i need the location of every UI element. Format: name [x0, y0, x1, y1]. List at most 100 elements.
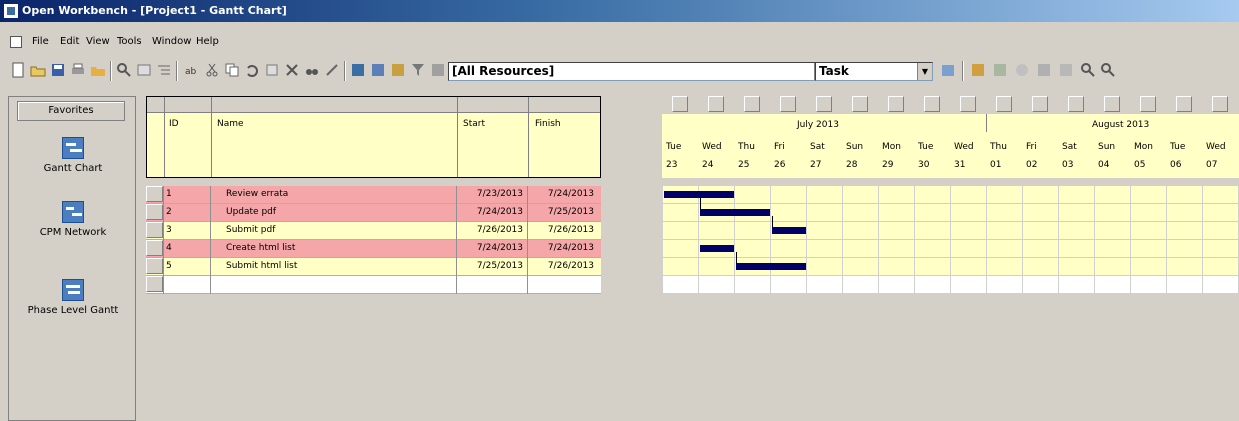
column-id[interactable]: ID	[169, 119, 179, 129]
task-bar[interactable]	[664, 191, 734, 198]
table-row[interactable]: 1 Review errata 7/23/2013 7/24/2013	[146, 186, 601, 204]
menu-help[interactable]: Help	[196, 36, 219, 47]
date-label: 24	[702, 160, 714, 170]
document-icon[interactable]	[10, 36, 22, 48]
pane-splitter[interactable]	[601, 96, 662, 421]
cell-name[interactable]: Review errata	[226, 187, 454, 203]
row-header[interactable]	[146, 258, 163, 274]
cell-name[interactable]: Update pdf	[226, 205, 454, 221]
save-icon[interactable]	[50, 62, 66, 78]
cell-start[interactable]: 7/24/2013	[458, 241, 526, 257]
menu-edit[interactable]: Edit	[60, 36, 79, 47]
calendar-icon[interactable]	[940, 62, 956, 78]
tools-icon[interactable]	[1058, 62, 1074, 78]
table-row[interactable]	[146, 276, 601, 294]
resource-filter-select[interactable]: [All Resources] ▼	[448, 62, 830, 81]
cell-finish[interactable]: 7/26/2013	[529, 223, 597, 239]
zoom-out-icon[interactable]	[1100, 62, 1116, 78]
favorites-panel: Favorites Gantt Chart CPM Network Phase …	[8, 96, 136, 421]
chart-icon[interactable]	[390, 62, 406, 78]
view-select[interactable]: Task ▼	[815, 62, 933, 81]
table-row[interactable]: 2 Update pdf 7/24/2013 7/25/2013	[146, 204, 601, 222]
table-row[interactable]: 4 Create html list 7/24/2013 7/24/2013	[146, 240, 601, 258]
cell-id[interactable]: 1	[166, 187, 210, 203]
folder-icon[interactable]	[90, 62, 106, 78]
resources-icon[interactable]	[430, 62, 446, 78]
find-icon[interactable]	[116, 62, 132, 78]
row-header[interactable]	[146, 276, 163, 292]
column-start[interactable]: Start	[463, 119, 485, 129]
cut-icon[interactable]	[204, 62, 220, 78]
row-header[interactable]	[146, 204, 163, 220]
preview-icon[interactable]	[136, 62, 152, 78]
schedule-icon[interactable]	[1014, 62, 1030, 78]
task-bar[interactable]	[700, 209, 770, 216]
date-label: 06	[1170, 160, 1182, 170]
date-label: 30	[918, 160, 930, 170]
day-of-week-label: Tue	[666, 142, 682, 152]
delete-icon[interactable]	[284, 62, 300, 78]
column-name[interactable]: Name	[217, 119, 244, 129]
menu-window[interactable]: Window	[152, 36, 191, 47]
new-icon[interactable]	[10, 62, 26, 78]
table-row[interactable]: 3 Submit pdf 7/26/2013 7/26/2013	[146, 222, 601, 240]
level-icon[interactable]	[1036, 62, 1052, 78]
date-label: 05	[1134, 160, 1146, 170]
menu-tools[interactable]: Tools	[117, 36, 142, 47]
timeline-tick	[996, 96, 1012, 112]
task-info-icon[interactable]	[970, 62, 986, 78]
cell-id[interactable]: 4	[166, 241, 210, 257]
task-bar[interactable]	[700, 245, 734, 252]
menu-view[interactable]: View	[86, 36, 110, 47]
print-icon[interactable]	[70, 62, 86, 78]
favorites-header[interactable]: Favorites	[17, 101, 125, 121]
copy-icon[interactable]	[224, 62, 240, 78]
day-of-week-label: Wed	[954, 142, 974, 152]
grid-icon[interactable]	[370, 62, 386, 78]
day-of-week-label: Sat	[810, 142, 825, 152]
cell-start[interactable]: 7/23/2013	[458, 187, 526, 203]
task-bar[interactable]	[736, 263, 806, 270]
row-header[interactable]	[146, 186, 163, 202]
favorite-gantt-chart[interactable]: Gantt Chart	[9, 137, 137, 174]
assign-icon[interactable]	[350, 62, 366, 78]
date-label: 04	[1098, 160, 1110, 170]
cell-name[interactable]: Submit pdf	[226, 223, 454, 239]
date-label: 27	[810, 160, 822, 170]
favorite-phase-level-gantt[interactable]: Phase Level Gantt	[9, 279, 137, 316]
insert-icon[interactable]	[264, 62, 280, 78]
cell-id[interactable]: 3	[166, 223, 210, 239]
filter-icon[interactable]	[410, 62, 426, 78]
toolbar-separator	[176, 61, 178, 81]
table-row[interactable]: 5 Submit html list 7/25/2013 7/26/2013	[146, 258, 601, 276]
cell-finish[interactable]: 7/24/2013	[529, 187, 597, 203]
spell-check-icon[interactable]: ab	[184, 62, 200, 78]
task-bar[interactable]	[772, 227, 806, 234]
row-header[interactable]	[146, 240, 163, 256]
cell-finish[interactable]: 7/25/2013	[529, 205, 597, 221]
zoom-in-icon[interactable]	[1080, 62, 1096, 78]
column-finish[interactable]: Finish	[535, 119, 561, 129]
chevron-down-icon[interactable]: ▼	[917, 63, 932, 80]
cell-start[interactable]: 7/24/2013	[458, 205, 526, 221]
cell-id[interactable]: 2	[166, 205, 210, 221]
gantt-gridline	[770, 186, 771, 294]
menu-file[interactable]: File	[32, 36, 49, 47]
gantt-gridline	[662, 186, 663, 294]
cell-finish[interactable]: 7/26/2013	[529, 259, 597, 275]
cell-id[interactable]: 5	[166, 259, 210, 275]
cell-name[interactable]: Submit html list	[226, 259, 454, 275]
view-select-value: Task	[819, 64, 849, 78]
favorite-cpm-network[interactable]: CPM Network	[9, 201, 137, 238]
notes-icon[interactable]	[992, 62, 1008, 78]
undo-icon[interactable]	[244, 62, 260, 78]
outline-icon[interactable]	[156, 62, 172, 78]
cell-finish[interactable]: 7/24/2013	[529, 241, 597, 257]
cell-name[interactable]: Create html list	[226, 241, 454, 257]
cell-start[interactable]: 7/26/2013	[458, 223, 526, 239]
binoculars-icon[interactable]	[304, 62, 320, 78]
cell-start[interactable]: 7/25/2013	[458, 259, 526, 275]
open-icon[interactable]	[30, 62, 46, 78]
link-icon[interactable]	[324, 62, 340, 78]
row-header[interactable]	[146, 222, 163, 238]
